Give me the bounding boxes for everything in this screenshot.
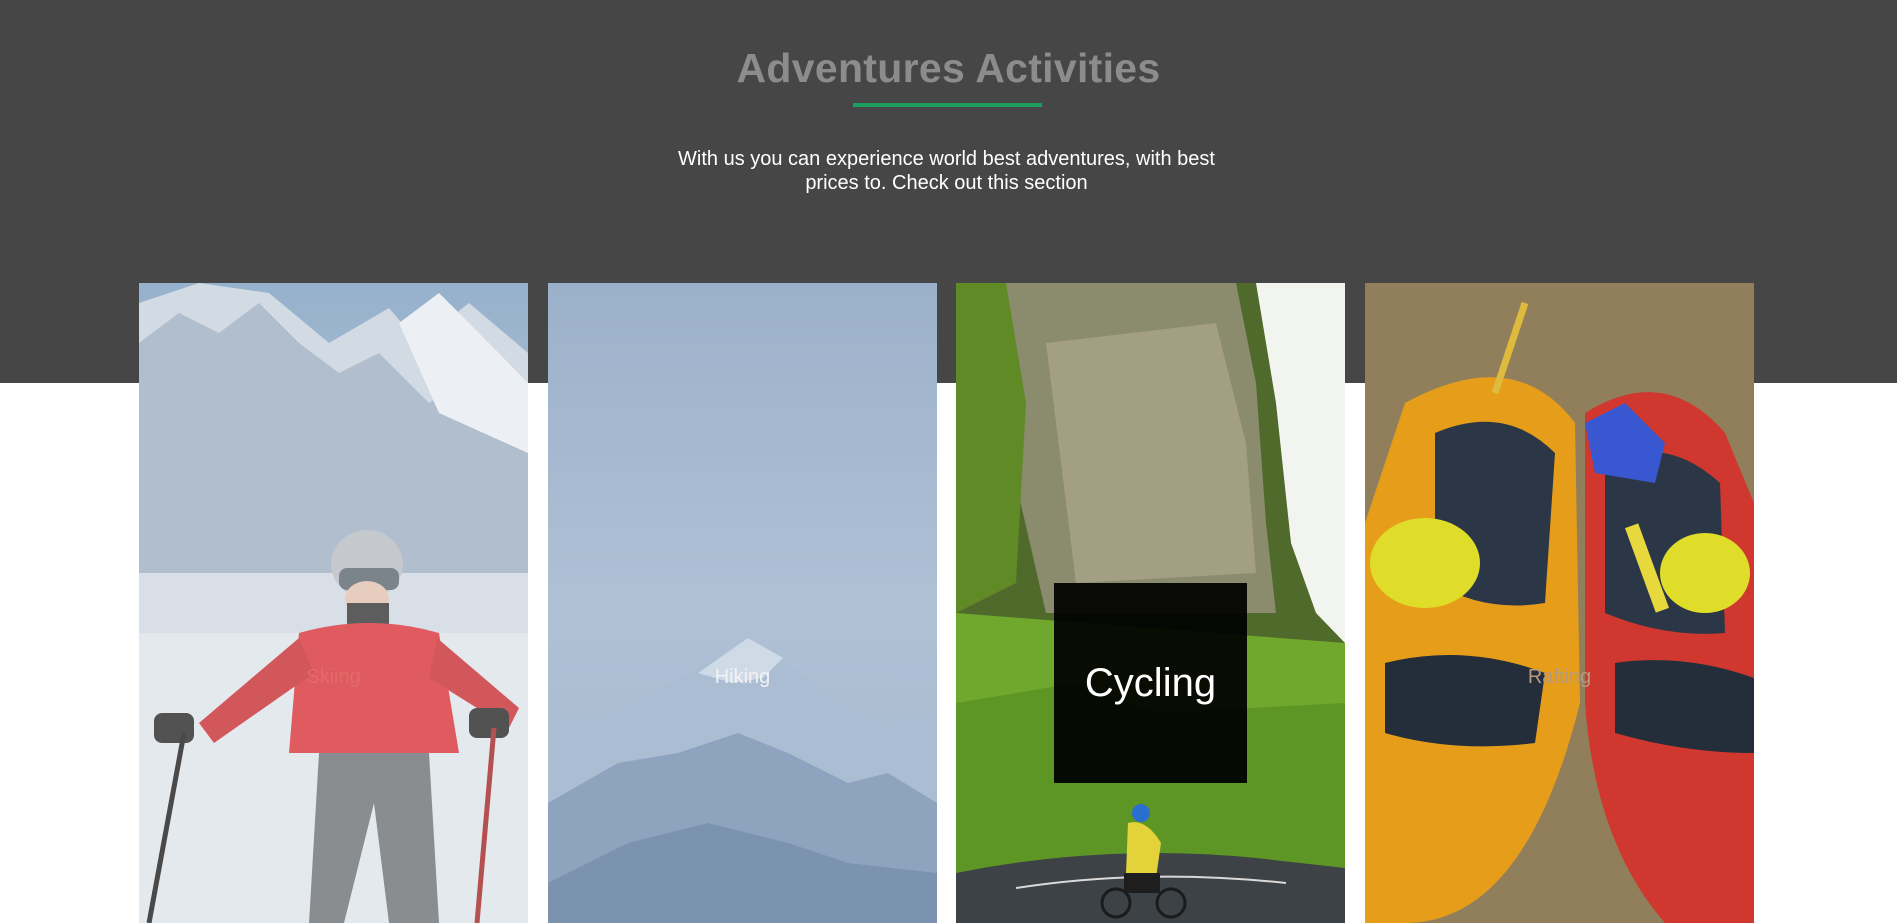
activity-label-skiing: Skiing [306,666,361,688]
rafting-image [1365,283,1754,923]
hiking-image [548,283,937,923]
activity-card-cycling[interactable]: Cycling [956,283,1345,923]
activity-card-rafting[interactable]: Rafting [1365,283,1754,923]
skiing-image [139,283,528,923]
activity-cards: Skiing Hiking Cycling Rafting [139,283,1754,923]
activity-label-hiking: Hiking [714,666,771,688]
section-subtitle: With us you can experience world best ad… [678,148,1215,194]
cycling-caption-box: Cycling [1054,583,1247,783]
activity-card-skiing[interactable]: Skiing [139,283,528,923]
title-underline [853,103,1042,107]
section-title: Adventures Activities [736,45,1161,91]
activity-label-cycling: Cycling [1084,661,1217,705]
activity-card-hiking[interactable]: Hiking [548,283,937,923]
activity-label-rafting: Rafting [1527,666,1592,688]
